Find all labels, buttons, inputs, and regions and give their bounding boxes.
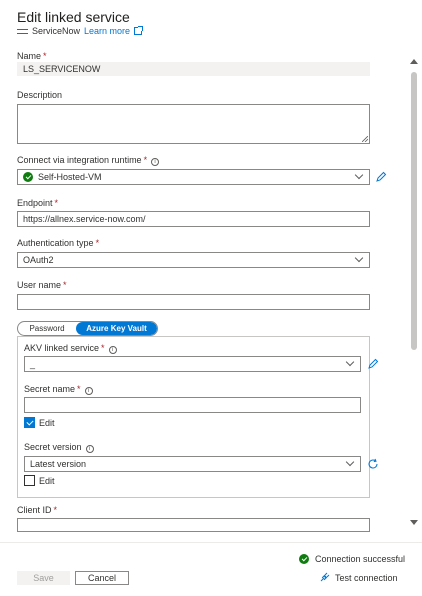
akv-linked-service-label: AKV linked service * i [24,343,117,354]
secret-version-value: Latest version [30,459,87,469]
connection-status-text: Connection successful [315,554,406,564]
scroll-down-arrow-icon[interactable] [410,520,418,525]
name-label: Name * [17,51,47,61]
plug-icon [320,572,330,582]
cancel-button[interactable]: Cancel [75,571,129,585]
user-name-label: User name * [17,280,67,290]
secret-version-select[interactable]: Latest version [24,456,361,472]
secret-name-label: Secret name * i [24,384,93,395]
password-option[interactable]: Password [18,322,76,335]
info-icon[interactable]: i [84,387,93,395]
test-connection-button[interactable]: Test connection [319,572,398,583]
description-label: Description [17,90,63,100]
edit-akv-pencil-icon[interactable] [367,358,379,370]
info-icon[interactable]: i [108,346,117,354]
success-check-icon [299,554,309,564]
runtime-value: Self-Hosted-VM [38,172,102,182]
secret-version-edit-label: Edit [39,475,55,486]
name-field[interactable]: LS_SERVICENOW [17,62,370,76]
chevron-down-icon [354,253,364,263]
azure-key-vault-option[interactable]: Azure Key Vault [76,322,157,335]
endpoint-label: Endpoint * [17,198,59,208]
resize-grip-icon[interactable] [362,136,368,142]
external-link-icon[interactable] [134,26,144,35]
secret-version-edit-checkbox[interactable]: Edit [24,475,55,486]
runtime-select[interactable]: Self-Hosted-VM [17,169,370,185]
chevron-down-icon [345,457,355,467]
service-name: ServiceNow [32,26,81,36]
refresh-icon[interactable] [367,458,379,470]
learn-more-link[interactable]: Learn more [84,26,130,36]
success-check-icon [23,172,33,182]
secret-name-input[interactable] [24,397,361,413]
footer-divider [0,542,422,543]
client-id-label: Client ID * [17,505,58,515]
servicenow-icon [17,28,28,34]
chevron-down-icon [354,170,364,180]
endpoint-input[interactable]: https://allnex.service-now.com/ [17,211,370,227]
scrollbar-thumb[interactable] [411,72,417,350]
checkbox-unchecked-icon[interactable] [24,475,35,486]
auth-type-value: OAuth2 [23,255,54,265]
runtime-label: Connect via integration runtime * i [17,155,160,166]
secret-name-edit-checkbox[interactable]: Edit [24,417,55,428]
auth-type-select[interactable]: OAuth2 [17,252,370,268]
info-icon[interactable]: i [151,158,160,166]
checkbox-checked-icon[interactable] [24,417,35,428]
panel-title: Edit linked service [17,9,130,25]
secret-name-edit-label: Edit [39,417,55,428]
credential-source-toggle[interactable]: Password Azure Key Vault [17,321,158,336]
user-name-input[interactable] [17,294,370,310]
edit-runtime-pencil-icon[interactable] [375,171,387,183]
test-connection-label: Test connection [335,572,398,583]
info-icon[interactable]: i [85,445,94,453]
akv-linked-service-value: _ [30,359,36,369]
service-subtitle: ServiceNow Learn more [17,26,144,36]
scroll-up-arrow-icon[interactable] [410,59,418,64]
description-textarea[interactable] [17,104,370,144]
akv-linked-service-select[interactable]: _ [24,356,361,372]
save-button[interactable]: Save [17,571,70,585]
auth-type-label: Authentication type * [17,238,100,248]
chevron-down-icon [345,357,355,367]
secret-version-label: Secret version i [24,442,94,453]
connection-status: Connection successful [299,554,405,564]
client-id-input[interactable] [17,518,370,532]
